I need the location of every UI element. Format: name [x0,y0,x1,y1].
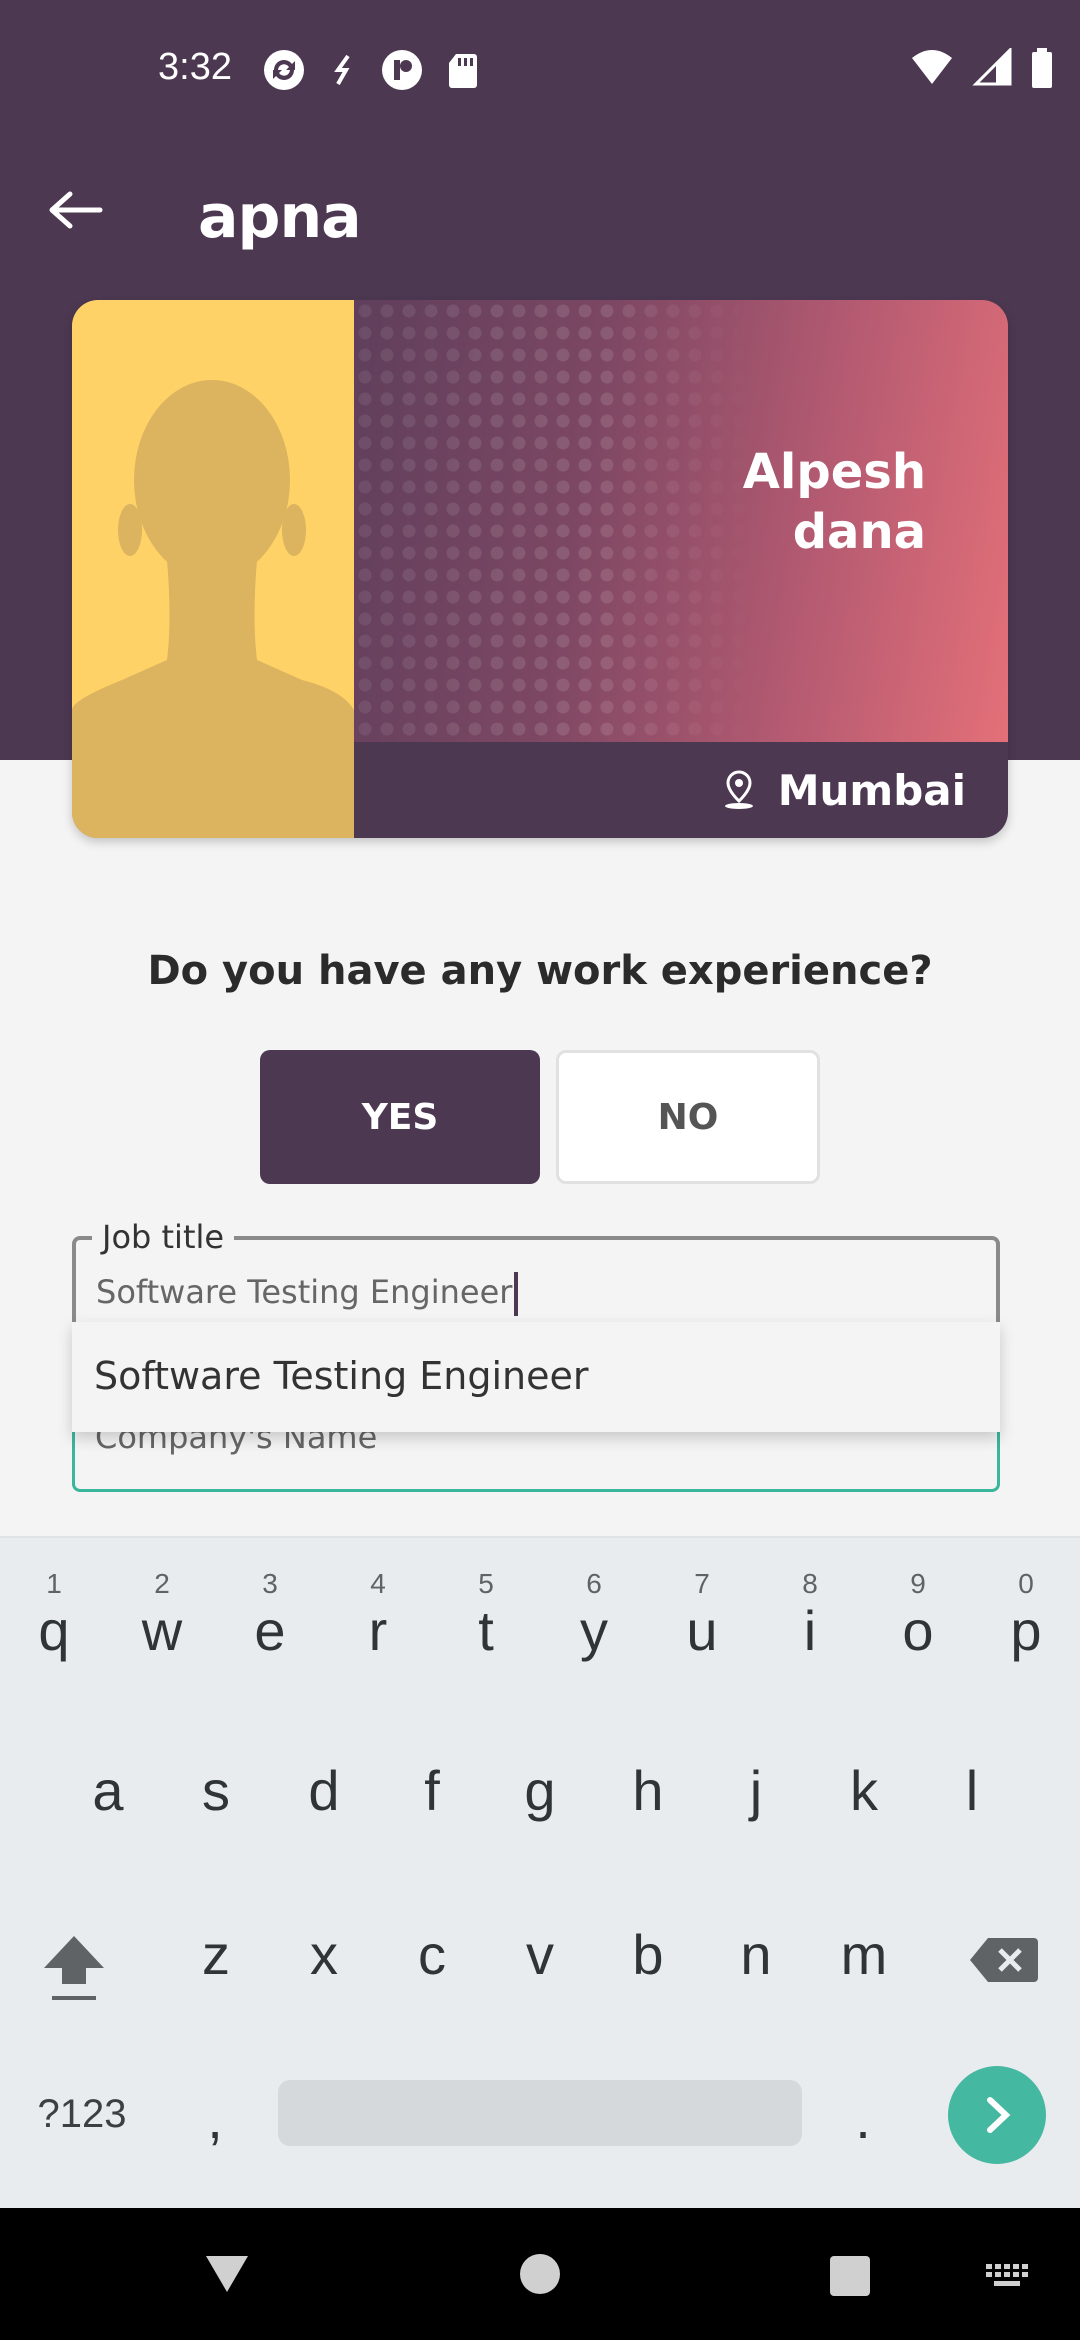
key-w[interactable]: 2w [124,1568,200,1663]
card-location-row: Mumbai [354,742,1008,838]
autocomplete-suggestion[interactable]: Software Testing Engineer [94,1354,589,1398]
battery-icon [1030,48,1054,93]
shift-arrow-icon [44,1936,104,2000]
status-system-icons [910,46,1054,93]
key-hint: 9 [910,1568,926,1599]
toolbar: apna [0,160,1080,280]
job-title-input[interactable]: Software Testing Engineer [96,1272,519,1316]
soft-keyboard: 1q 2w 3e 4r 5t 6y 7u 8i 9o 0p a s d f g … [0,1536,1080,2208]
key-y[interactable]: 6y [556,1568,632,1663]
key-h[interactable]: h [610,1758,686,1823]
comma-key[interactable]: , [190,2086,240,2151]
key-r[interactable]: 4r [340,1568,416,1663]
status-bar: 3:32 [0,0,1080,136]
shift-key[interactable] [34,1924,114,2004]
key-c[interactable]: c [394,1922,470,1987]
nav-recents-icon[interactable] [828,2254,872,2298]
key-hint: 5 [478,1568,494,1599]
wifi-icon [910,48,954,93]
sd-card-icon [446,48,480,97]
key-hint: 1 [46,1568,62,1599]
chevron-right-icon [987,2097,1011,2133]
profile-card: Alpesh dana Mumbai [72,300,1008,838]
key-f[interactable]: f [394,1758,470,1823]
nav-home-icon[interactable] [518,2252,562,2296]
sync-icon [262,48,306,97]
cellular-signal-icon [972,46,1012,93]
key-label: w [141,1599,183,1662]
key-p[interactable]: 0p [988,1568,1064,1663]
space-bar[interactable] [278,2080,802,2146]
key-label: y [580,1599,608,1662]
arrow-back-icon [49,191,103,229]
key-hint: 8 [802,1568,818,1599]
key-o[interactable]: 9o [880,1568,956,1663]
experience-question: Do you have any work experience? [147,948,933,994]
symbols-key[interactable]: ?123 [24,2092,140,2137]
system-navigation-bar [0,2208,1080,2340]
back-button[interactable] [36,170,116,250]
key-hint: 6 [586,1568,602,1599]
autocomplete-dropdown: Software Testing Engineer [72,1322,1000,1432]
key-v[interactable]: v [502,1922,578,1987]
key-g[interactable]: g [502,1758,578,1823]
app-notification-icon [380,48,424,97]
key-hint: 2 [154,1568,170,1599]
key-m[interactable]: m [826,1922,902,1987]
backspace-key[interactable] [964,1934,1044,1994]
key-label: i [803,1599,817,1662]
key-a[interactable]: a [70,1758,146,1823]
key-i[interactable]: 8i [772,1568,848,1663]
key-hint: 7 [694,1568,710,1599]
keyboard-switch-icon[interactable] [984,2262,1030,2292]
key-label: u [686,1599,718,1662]
key-label: p [1010,1599,1042,1662]
avatar [72,300,354,838]
key-hint: 3 [262,1568,278,1599]
key-x[interactable]: x [286,1922,362,1987]
job-title-label: Job title [92,1218,235,1256]
text-cursor [514,1272,519,1316]
next-action-button[interactable] [948,2066,1046,2164]
key-n[interactable]: n [718,1922,794,1987]
key-j[interactable]: j [718,1758,794,1823]
charging-link-icon [328,48,358,97]
key-l[interactable]: l [934,1758,1010,1823]
nav-back-icon[interactable] [202,2252,252,2296]
key-k[interactable]: k [826,1758,902,1823]
key-label: q [38,1599,70,1662]
key-u[interactable]: 7u [664,1568,740,1663]
key-e[interactable]: 3e [232,1568,308,1663]
key-s[interactable]: s [178,1758,254,1823]
person-silhouette-icon [72,380,354,838]
backspace-icon [970,1938,1038,1982]
job-title-value: Software Testing Engineer [96,1273,513,1311]
card-banner: Alpesh dana [354,300,1008,742]
app-title: apna [198,182,362,252]
status-notification-icons [262,48,480,97]
key-hint: 0 [1018,1568,1034,1599]
profile-name: Alpesh dana [742,444,926,560]
key-label: o [902,1599,934,1662]
key-label: r [368,1599,388,1662]
key-hint: 4 [370,1568,386,1599]
location-pin-icon [724,770,753,809]
status-time: 3:32 [158,46,232,88]
key-q[interactable]: 1q [16,1568,92,1663]
period-key[interactable]: . [838,2086,888,2151]
key-z[interactable]: z [178,1922,254,1987]
key-t[interactable]: 5t [448,1568,524,1663]
key-b[interactable]: b [610,1922,686,1987]
yes-button[interactable]: YES [260,1050,540,1184]
key-d[interactable]: d [286,1758,362,1823]
no-button[interactable]: NO [556,1050,820,1184]
profile-city: Mumbai [777,765,966,815]
key-label: e [254,1599,286,1662]
key-label: t [478,1599,494,1662]
